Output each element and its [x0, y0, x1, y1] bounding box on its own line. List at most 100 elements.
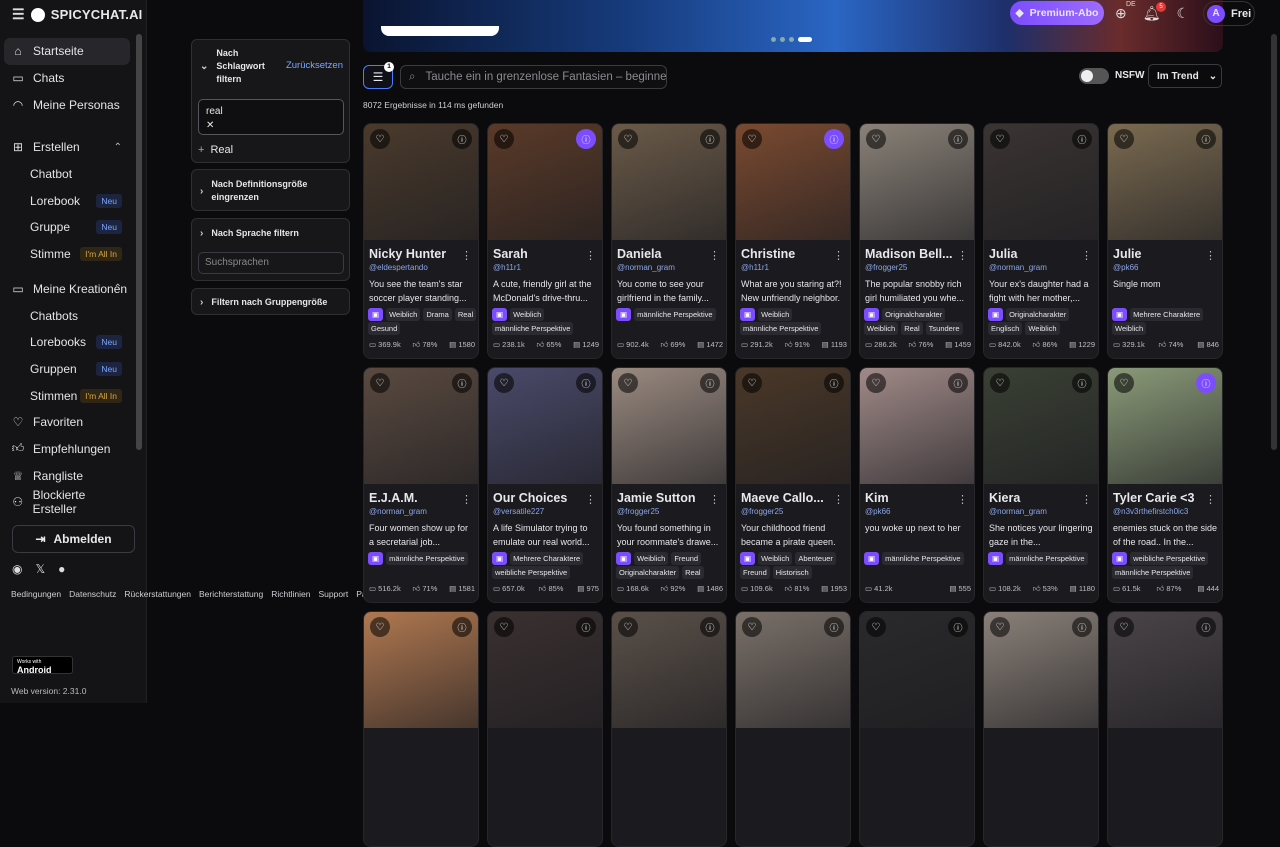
character-card[interactable]: ♡ ⓘ Christine ⋮ @h11r1 What are you staring a…: [735, 123, 851, 359]
creator-handle[interactable]: @pk66: [1113, 263, 1138, 272]
character-card[interactable]: ♡ ⓘ Maeve Callo... ⋮ @frogger25 Your childhoo…: [735, 367, 851, 603]
discord-icon[interactable]: ◉: [12, 562, 22, 576]
heart-icon[interactable]: ♡: [618, 373, 638, 393]
info-icon[interactable]: ⓘ: [700, 129, 720, 149]
language-search-input[interactable]: Suchsprachen: [198, 252, 344, 274]
sidebar-item-lorebook[interactable]: Lorebook Neu: [4, 187, 130, 214]
tag[interactable]: Weiblich: [1112, 322, 1147, 335]
character-card[interactable]: ♡ ⓘ: [983, 611, 1099, 847]
reset-button[interactable]: Zurücksetzen: [286, 60, 343, 71]
info-icon[interactable]: ⓘ: [576, 617, 596, 637]
footer-link[interactable]: Bedingungen: [11, 589, 61, 599]
character-card[interactable]: ♡ ⓘ Julie ⋮ @pk66 Single mom ▣ Mehrere Charakte…: [1107, 123, 1223, 359]
sidebar-item-empfehlungen[interactable]: 👍︎ Empfehlungen: [4, 436, 130, 463]
info-icon[interactable]: ⓘ: [948, 617, 968, 637]
tag[interactable]: Tsundere: [925, 322, 963, 335]
more-options-icon[interactable]: ⋮: [1205, 493, 1216, 506]
more-options-icon[interactable]: ⋮: [461, 249, 472, 262]
keyword-option-real[interactable]: + Real: [198, 144, 233, 156]
info-icon[interactable]: ⓘ: [576, 373, 596, 393]
banner-button[interactable]: [381, 26, 499, 36]
globe-icon[interactable]: ⊕: [1115, 5, 1127, 22]
carousel-dot-active[interactable]: [798, 37, 812, 42]
sidebar-item-stimme[interactable]: Stimme I'm All In: [4, 241, 130, 268]
sidebar-item-erstellen[interactable]: ⊞ Erstellen ⌃: [4, 134, 130, 161]
footer-link[interactable]: Berichterstattung: [199, 589, 263, 599]
footer-link[interactable]: Support: [318, 589, 348, 599]
character-card[interactable]: ♡ ⓘ Sarah ⋮ @h11r1 A cute, friendly girl at t…: [487, 123, 603, 359]
character-card[interactable]: ♡ ⓘ Madison Bell... ⋮ @frogger25 The popular …: [859, 123, 975, 359]
more-options-icon[interactable]: ⋮: [461, 493, 472, 506]
more-options-icon[interactable]: ⋮: [585, 493, 596, 506]
character-card[interactable]: ♡ ⓘ: [611, 611, 727, 847]
tag[interactable]: Real: [901, 322, 923, 335]
tag[interactable]: Real: [682, 566, 704, 579]
info-icon[interactable]: ⓘ: [452, 129, 472, 149]
sidebar-scrollbar[interactable]: [136, 34, 142, 450]
creator-handle[interactable]: @eldespertando: [369, 263, 428, 272]
tag[interactable]: männliche Perspektive: [634, 308, 716, 321]
more-options-icon[interactable]: ⋮: [1081, 249, 1092, 262]
tag[interactable]: Freund: [671, 552, 702, 565]
definition-filter-panel[interactable]: › Nach Definitionsgröße eingrenzen: [191, 169, 350, 211]
info-icon[interactable]: ⓘ: [700, 617, 720, 637]
sidebar-item-rangliste[interactable]: ♕ Rangliste: [4, 462, 130, 489]
info-icon[interactable]: ⓘ: [452, 617, 472, 637]
language-filter-toggle[interactable]: › Nach Sprache filtern: [192, 227, 349, 240]
info-icon[interactable]: ⓘ: [1072, 373, 1092, 393]
keyword-input[interactable]: real ✕: [198, 99, 344, 135]
keyword-filter-toggle[interactable]: ⌄ Nach Schlagwort filtern: [192, 47, 282, 86]
heart-icon[interactable]: ♡: [370, 129, 390, 149]
creator-handle[interactable]: @h11r1: [741, 263, 769, 272]
chevron-up-icon[interactable]: ⌃: [114, 142, 122, 153]
creator-handle[interactable]: @n3v3rthefirstch0ic3: [1113, 507, 1188, 516]
tag[interactable]: Freund: [740, 566, 770, 579]
more-options-icon[interactable]: ⋮: [709, 249, 720, 262]
tag[interactable]: männliche Perspektive: [492, 322, 574, 335]
creator-handle[interactable]: @frogger25: [617, 507, 659, 516]
info-icon[interactable]: ⓘ: [948, 373, 968, 393]
more-options-icon[interactable]: ⋮: [957, 249, 968, 262]
creator-handle[interactable]: @norman_gram: [989, 263, 1047, 272]
tag[interactable]: Englisch: [988, 322, 1023, 335]
info-icon[interactable]: ⓘ: [700, 373, 720, 393]
character-card[interactable]: ♡ ⓘ Kim ⋮ @pk66 you woke up next to her ▣ männl…: [859, 367, 975, 603]
sidebar-item-startseite[interactable]: ⌂ Startseite: [4, 38, 130, 65]
tag[interactable]: Weiblich: [758, 308, 793, 321]
tag[interactable]: männliche Perspektive: [1112, 566, 1194, 579]
creator-handle[interactable]: @norman_gram: [989, 507, 1047, 516]
tag[interactable]: Weiblich: [510, 308, 545, 321]
tag[interactable]: weibliche Perspektive: [1130, 552, 1209, 565]
tag[interactable]: Historisch: [772, 566, 812, 579]
character-card[interactable]: ♡ ⓘ E.J.A.M. ⋮ @norman_gram Four women show u…: [363, 367, 479, 603]
character-card[interactable]: ♡ ⓘ: [1107, 611, 1223, 847]
heart-icon[interactable]: ♡: [742, 617, 762, 637]
creator-handle[interactable]: @versatile227: [493, 507, 544, 516]
character-card[interactable]: ♡ ⓘ Tyler Carie <3 ⋮ @n3v3rthefirstch0ic3 ene…: [1107, 367, 1223, 603]
more-options-icon[interactable]: ⋮: [585, 249, 596, 262]
footer-link[interactable]: Richtlinien: [271, 589, 310, 599]
premium-button[interactable]: ◆ Premium-Abo: [1010, 1, 1104, 25]
heart-icon[interactable]: ♡: [866, 129, 886, 149]
heart-icon[interactable]: ♡: [990, 373, 1010, 393]
sort-select[interactable]: Im Trend ⌄: [1148, 64, 1222, 88]
heart-icon[interactable]: ♡: [990, 129, 1010, 149]
info-icon[interactable]: ⓘ: [1196, 617, 1216, 637]
carousel-dot[interactable]: [771, 37, 776, 42]
heart-icon[interactable]: ♡: [866, 617, 886, 637]
creator-handle[interactable]: @h11r1: [493, 263, 521, 272]
info-icon[interactable]: ⓘ: [948, 129, 968, 149]
group-filter-toggle[interactable]: › Filtern nach Gruppengröße: [192, 296, 349, 309]
heart-icon[interactable]: ♡: [370, 617, 390, 637]
tag[interactable]: männliche Perspektive: [740, 322, 822, 335]
more-options-icon[interactable]: ⋮: [833, 249, 844, 262]
clear-keyword-icon[interactable]: ✕: [206, 119, 336, 133]
heart-icon[interactable]: ♡: [494, 373, 514, 393]
x-icon[interactable]: 𝕏: [35, 562, 45, 576]
info-icon[interactable]: ⓘ: [824, 617, 844, 637]
character-card[interactable]: ♡ ⓘ: [859, 611, 975, 847]
search-input[interactable]: ⌕ Tauche ein in grenzenlose Fantasien – b…: [400, 65, 667, 89]
creator-handle[interactable]: @norman_gram: [617, 263, 675, 272]
heart-icon[interactable]: ♡: [1114, 129, 1134, 149]
sidebar-item-blockierte-ersteller[interactable]: ⚇ Blockierte Ersteller: [4, 488, 130, 516]
